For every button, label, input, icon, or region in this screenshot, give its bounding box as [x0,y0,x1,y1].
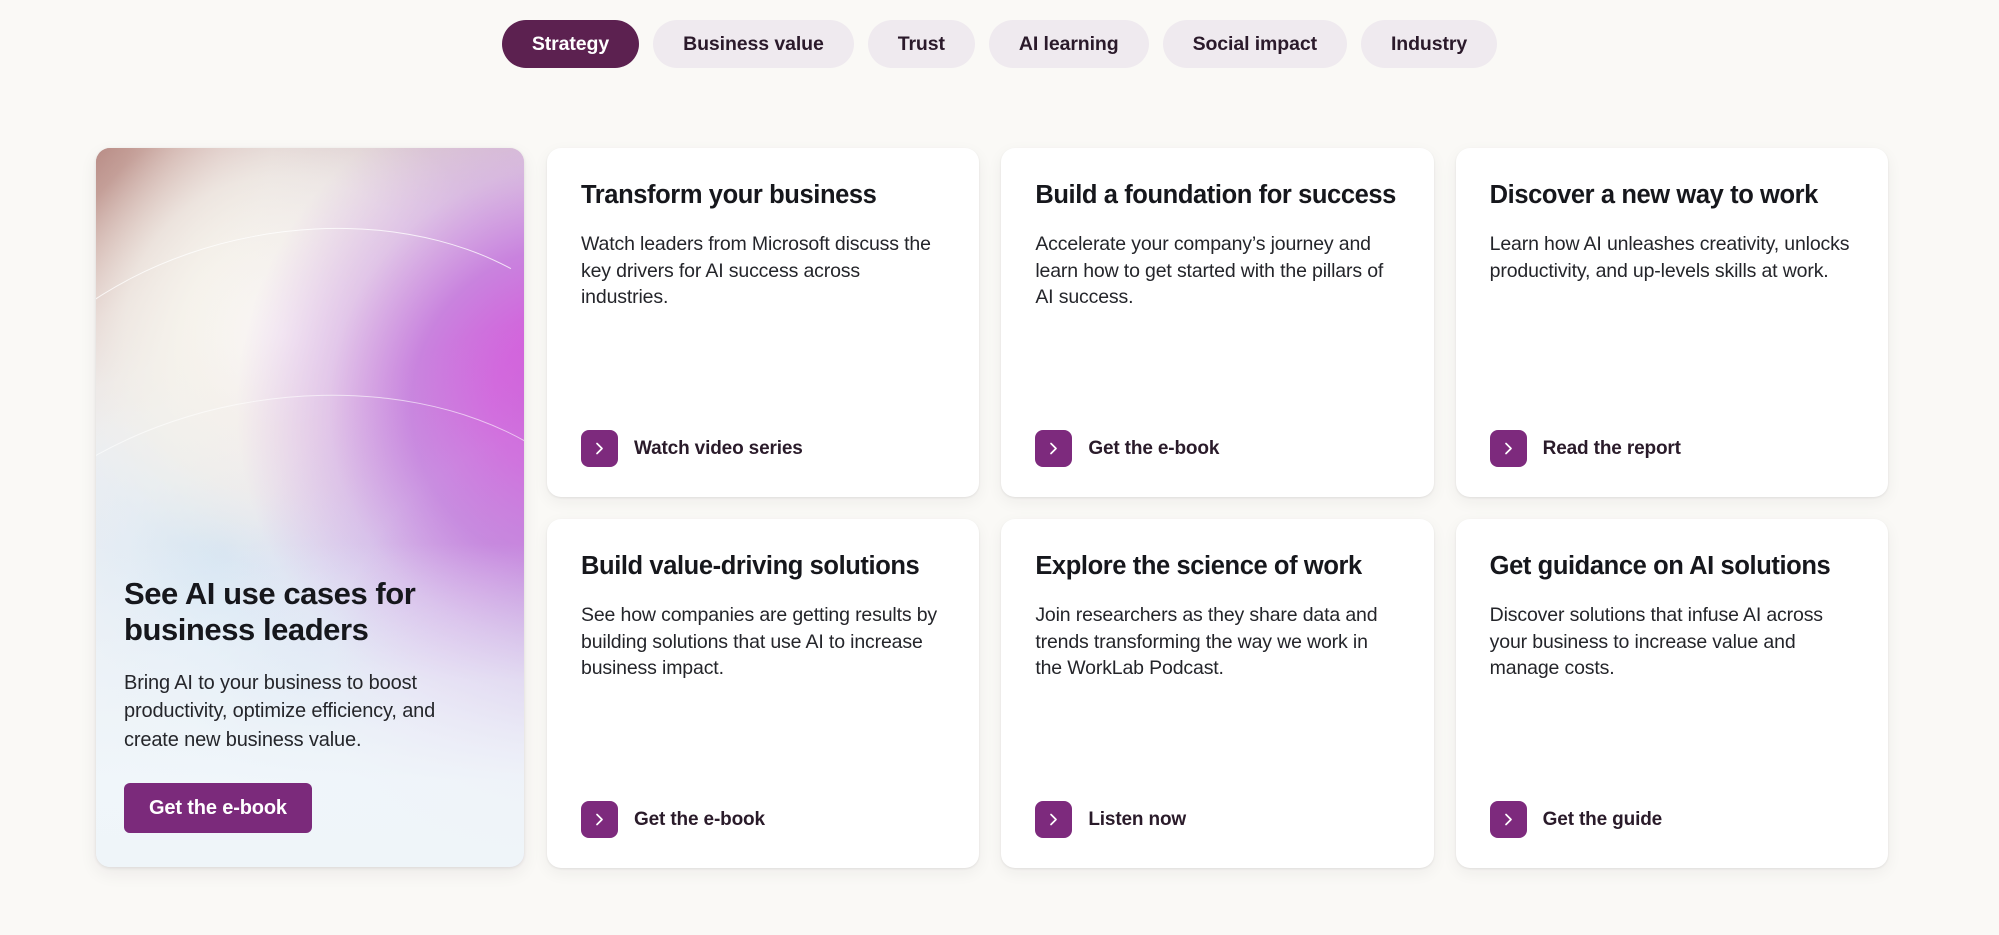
card-link[interactable]: Get the e-book [1035,430,1399,467]
card-explore-the-science-of-work[interactable]: Explore the science of work Join researc… [1001,519,1434,868]
card-link-label: Get the guide [1542,808,1663,830]
card-title: Build a foundation for success [1035,181,1396,209]
card-get-guidance-on-ai-solutions[interactable]: Get guidance on AI solutions Discover so… [1455,519,1888,868]
content-cards-region: See AI use cases for business leaders Br… [96,148,1888,868]
chevron-right-icon[interactable] [581,801,618,838]
card-title: Discover a new way to work [1489,181,1819,209]
hero-title: See AI use cases for business leaders [124,575,416,648]
tab-business-value[interactable]: Business value [653,20,854,68]
chevron-right-icon[interactable] [1489,801,1527,838]
category-tab-bar: Strategy Business value Trust AI learnin… [0,20,1999,68]
card-link-label: Get the e-book [634,808,765,830]
card-title: Explore the science of work [1035,552,1362,580]
chevron-right-icon[interactable] [1489,430,1527,467]
card-description: Learn how AI unleashes creativity, unloc… [1489,232,1850,282]
tab-ai-learning[interactable]: AI learning [988,20,1149,68]
card-build-value-driving-solutions[interactable]: Build value-driving solutions See how co… [547,519,980,868]
card-link[interactable]: Get the guide [1489,801,1854,838]
tab-industry[interactable]: Industry [1360,20,1498,68]
card-description: Accelerate your company’s journey and le… [1035,232,1384,309]
card-discover-a-new-way-to-work[interactable]: Discover a new way to work Learn how AI … [1455,148,1888,497]
card-transform-your-business[interactable]: Transform your business Watch leaders fr… [547,148,980,497]
hero-cta-button[interactable]: Get the e-book [124,783,312,833]
card-link[interactable]: Listen now [1035,801,1399,838]
card-description: Watch leaders from Microsoft discuss the… [581,232,931,309]
chevron-right-icon[interactable] [1035,801,1073,838]
card-title: Get guidance on AI solutions [1489,552,1831,580]
page-root: Strategy Business value Trust AI learnin… [0,0,1999,935]
tab-trust[interactable]: Trust [867,20,975,68]
card-link-label: Listen now [1088,808,1187,830]
hero-description: Bring AI to your business to boost produ… [124,671,436,751]
card-build-a-foundation-for-success[interactable]: Build a foundation for success Accelerat… [1001,148,1434,497]
cards-grid: Transform your business Watch leaders fr… [547,148,1888,868]
hero-text-block: See AI use cases for business leaders Br… [96,576,524,867]
card-title: Build value-driving solutions [581,552,920,580]
tab-social-impact[interactable]: Social impact [1162,20,1347,68]
chevron-right-icon[interactable] [581,430,618,467]
card-link[interactable]: Watch video series [581,430,945,467]
hero-card[interactable]: See AI use cases for business leaders Br… [96,148,524,867]
card-description: See how companies are getting results by… [581,603,938,680]
card-link[interactable]: Get the e-book [581,801,945,838]
card-link[interactable]: Read the report [1489,430,1854,467]
chevron-right-icon[interactable] [1035,430,1073,467]
tab-strategy[interactable]: Strategy [501,20,640,68]
card-description: Join researchers as they share data and … [1035,603,1378,680]
card-link-label: Read the report [1542,437,1681,459]
card-description: Discover solutions that infuse AI across… [1489,603,1823,680]
card-link-label: Get the e-book [1088,437,1220,459]
card-title: Transform your business [581,181,877,209]
card-link-label: Watch video series [634,437,803,459]
